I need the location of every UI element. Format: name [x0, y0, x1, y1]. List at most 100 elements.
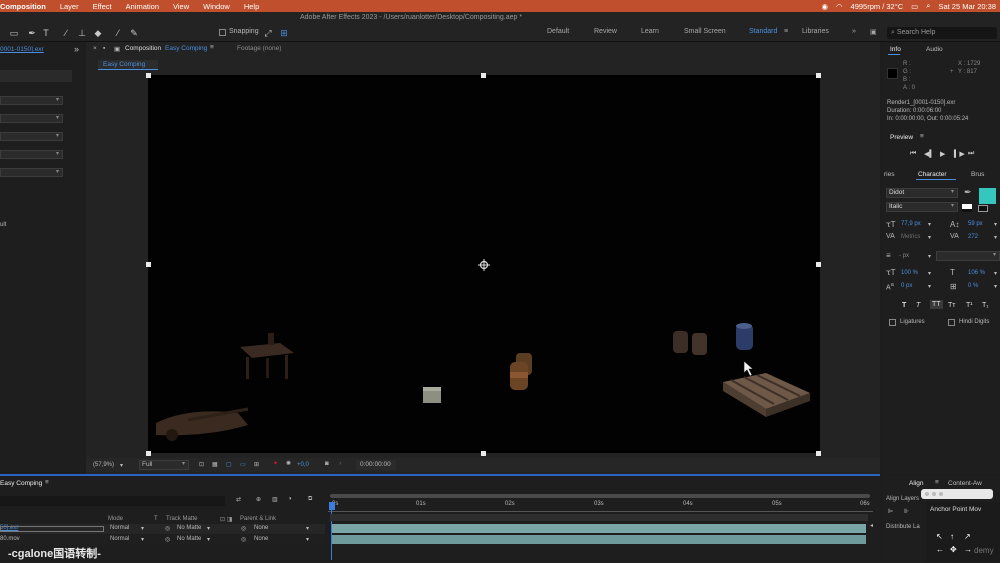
- all-caps-icon[interactable]: TT: [930, 300, 943, 309]
- snap-options-icon[interactable]: ⤢: [262, 27, 274, 39]
- layer-mode[interactable]: Normal: [110, 536, 129, 542]
- workspace-standard[interactable]: Standard: [749, 28, 777, 35]
- tracking-caret-icon[interactable]: ▾: [994, 234, 997, 241]
- viewer-timecode[interactable]: 0:00:00:00: [356, 460, 396, 470]
- layer-2-duration-bar[interactable]: [332, 535, 866, 544]
- font-style-dropdown[interactable]: Italic ▾: [886, 202, 958, 212]
- layer-row-1[interactable]: 50].exr Normal ▾ ◎ No Matte ▾ ◎ None ▾: [0, 524, 325, 534]
- layer-1-duration-bar[interactable]: [332, 524, 866, 533]
- preview-menu-icon[interactable]: ≡: [920, 133, 924, 140]
- superscript-icon[interactable]: T¹: [966, 302, 973, 309]
- transparency-grid-icon[interactable]: ▦: [212, 461, 218, 468]
- frame-blending-icon[interactable]: ▥: [272, 496, 278, 503]
- panel-expand-icon[interactable]: »: [74, 44, 79, 54]
- menu-view[interactable]: View: [173, 2, 189, 11]
- ligatures-checkbox[interactable]: [889, 319, 896, 326]
- brushes-tab[interactable]: Brus: [971, 171, 984, 178]
- white-black-swatch[interactable]: [962, 204, 972, 212]
- parent-caret-icon[interactable]: ▾: [306, 525, 309, 532]
- draft-3d-icon[interactable]: ⊕: [256, 496, 261, 503]
- menu-layer[interactable]: Layer: [60, 2, 79, 11]
- layer-matte[interactable]: No Matte: [177, 525, 201, 531]
- faux-italic-icon[interactable]: T: [916, 302, 920, 309]
- libraries-tab[interactable]: ries: [884, 171, 894, 178]
- menu-composition[interactable]: Composition: [0, 2, 46, 11]
- timeline-tab[interactable]: Easy Comping: [0, 480, 42, 487]
- subscript-icon[interactable]: T₁: [982, 302, 989, 309]
- eyedropper-icon[interactable]: ✒: [964, 187, 972, 198]
- wifi-icon[interactable]: ◠: [836, 2, 843, 11]
- align-left-icon[interactable]: ⊫: [888, 508, 893, 515]
- layer-parent[interactable]: None: [254, 525, 268, 531]
- region-of-interest-icon[interactable]: ▭: [240, 461, 246, 468]
- arrow-up-right-icon[interactable]: ↗: [964, 532, 971, 541]
- stroke-style-dropdown[interactable]: ▾: [936, 251, 1000, 261]
- snapping-checkbox[interactable]: [219, 29, 226, 36]
- timeline-menu-icon[interactable]: ≡: [45, 479, 49, 486]
- transform-handle-ml[interactable]: [146, 262, 151, 267]
- transform-handle-br[interactable]: [816, 451, 821, 456]
- clock[interactable]: Sat 25 Mar 20:38: [938, 2, 996, 11]
- work-area-bar[interactable]: [330, 494, 870, 498]
- composition-tab-name[interactable]: Easy Comping: [165, 45, 207, 52]
- zoom-dropdown[interactable]: (57,9%): [93, 462, 114, 468]
- pen-tool-icon[interactable]: ✒: [26, 27, 38, 39]
- exposure-value[interactable]: +0,0: [297, 462, 309, 468]
- rectangle-tool-icon[interactable]: ▭: [8, 27, 20, 39]
- project-tab[interactable]: 0001-0150].exr: [0, 46, 44, 53]
- puppet-pin-icon[interactable]: ✎: [128, 27, 140, 39]
- search-help-field[interactable]: ⌕ Search Help: [887, 27, 997, 39]
- layer-row-2[interactable]: 80.mov Normal ▾ ◎ No Matte ▾ ◎ None ▾: [0, 535, 325, 545]
- tsume-value[interactable]: 0 %: [968, 283, 978, 289]
- transform-handle-tc[interactable]: [481, 73, 486, 78]
- project-dropdown-5[interactable]: ▾: [0, 168, 63, 177]
- creative-cloud-icon[interactable]: ◉: [821, 2, 828, 11]
- leading-value[interactable]: 59 px: [968, 221, 983, 227]
- matte-caret-icon[interactable]: ▾: [207, 525, 210, 532]
- matte-caret-icon[interactable]: ▾: [207, 536, 210, 543]
- info-tab[interactable]: Info: [890, 46, 901, 53]
- mode-caret-icon[interactable]: ▾: [141, 536, 144, 543]
- anchor-point-crosshair[interactable]: [478, 259, 490, 271]
- menu-help[interactable]: Help: [244, 2, 259, 11]
- transform-handle-mr[interactable]: [816, 262, 821, 267]
- prev-frame-icon[interactable]: ◀▍: [924, 150, 935, 158]
- project-dropdown-1[interactable]: ▾: [0, 96, 63, 105]
- eraser-tool-icon[interactable]: ◆: [92, 27, 104, 39]
- tracking-value[interactable]: 272: [968, 234, 978, 240]
- snapshot-camera-icon[interactable]: ◙: [325, 461, 329, 467]
- font-family-dropdown[interactable]: Didot ▾: [886, 188, 958, 198]
- motion-blur-icon[interactable]: ◑: [288, 496, 292, 502]
- graph-editor-icon[interactable]: ⧉: [308, 496, 312, 503]
- kerning-value[interactable]: Metrics: [901, 234, 920, 240]
- horizontal-scale-caret-icon[interactable]: ▾: [994, 270, 997, 277]
- timeline-scroll-icon[interactable]: ◂: [870, 522, 873, 529]
- menu-animation[interactable]: Animation: [126, 2, 159, 11]
- search-icon[interactable]: ⌕: [926, 1, 930, 11]
- first-frame-icon[interactable]: ⏮: [910, 150, 916, 158]
- fast-previews-icon[interactable]: ⊡: [199, 461, 204, 468]
- project-dropdown-4[interactable]: ▾: [0, 150, 63, 159]
- workspace-small-screen[interactable]: Small Screen: [684, 28, 726, 35]
- zoom-caret-icon[interactable]: ▾: [120, 462, 123, 469]
- status-readout[interactable]: 4995rpm / 32°C: [851, 2, 904, 11]
- leading-caret-icon[interactable]: ▾: [994, 221, 997, 228]
- align-hcenter-icon[interactable]: ⊪: [904, 508, 909, 515]
- font-size-caret-icon[interactable]: ▾: [928, 221, 931, 228]
- menu-effect[interactable]: Effect: [93, 2, 112, 11]
- lock-icon[interactable]: ▪: [103, 45, 105, 52]
- fill-color-swatch[interactable]: [979, 188, 996, 204]
- workspace-menu-icon[interactable]: ≡: [784, 28, 788, 35]
- brush-tool-icon[interactable]: ∕: [60, 27, 72, 39]
- timeline-search-field[interactable]: [0, 496, 225, 506]
- arrow-up-icon[interactable]: ↑: [950, 532, 954, 541]
- align-tab[interactable]: Align: [909, 480, 923, 487]
- comp-flowchart-icon[interactable]: ⇄: [236, 496, 241, 503]
- center-move-icon[interactable]: ✥: [950, 545, 957, 554]
- composition-tab-label[interactable]: Composition: [125, 45, 161, 52]
- font-size-value[interactable]: 77,9 px: [901, 221, 921, 227]
- stroke-color-swatch[interactable]: [978, 205, 988, 212]
- roto-brush-icon[interactable]: ⁄: [112, 27, 124, 39]
- arrow-up-left-icon[interactable]: ↖: [936, 532, 943, 541]
- parent-caret-icon[interactable]: ▾: [306, 536, 309, 543]
